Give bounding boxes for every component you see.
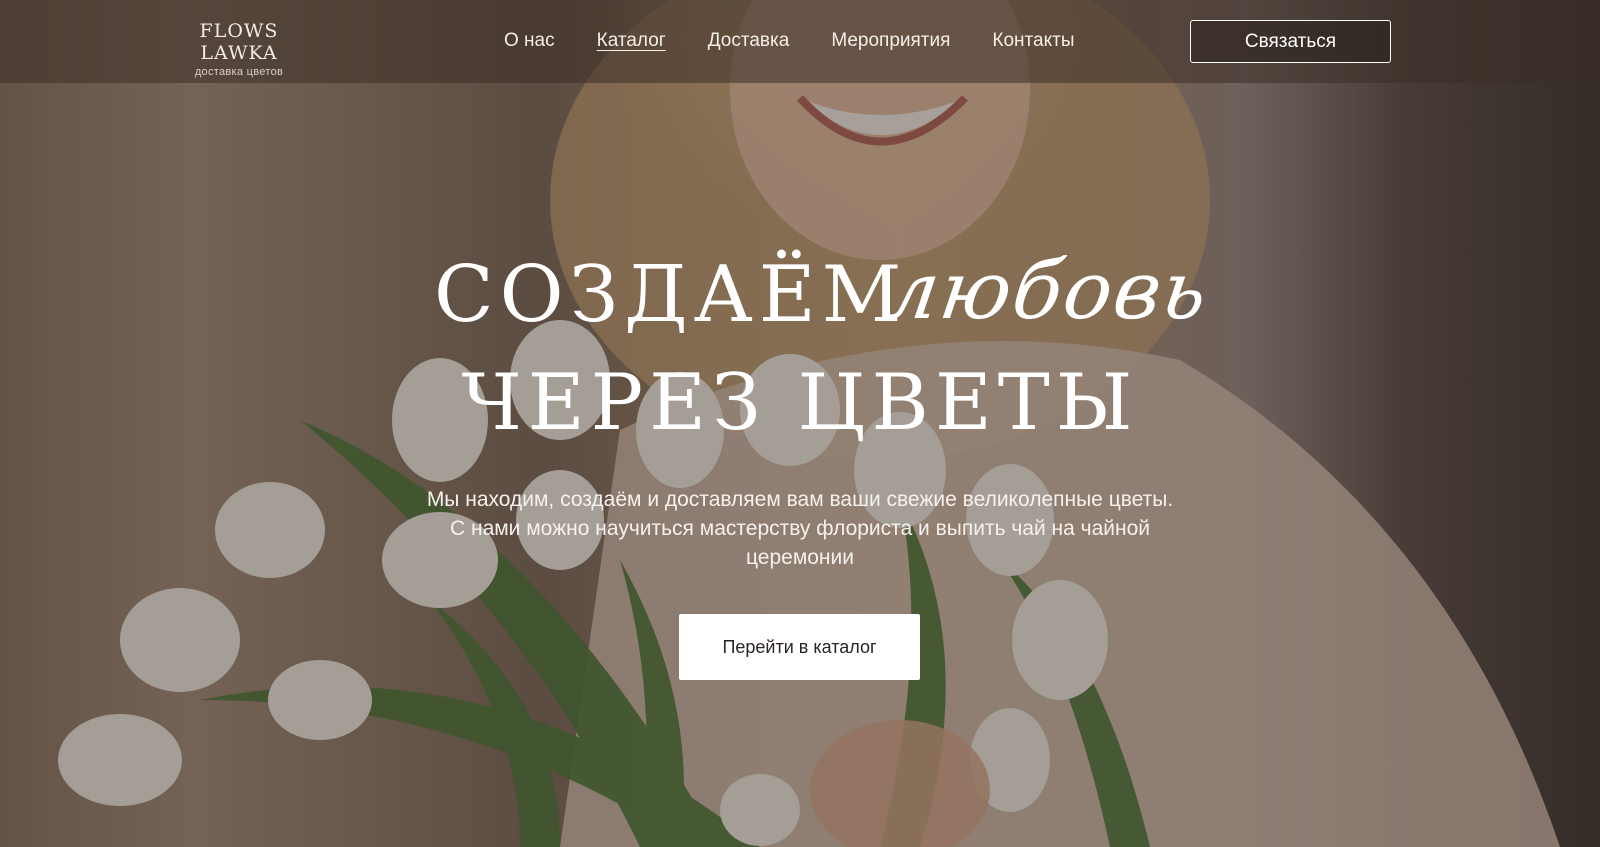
logo[interactable]: FLOWS LAWKA доставка цветов	[164, 20, 314, 78]
hero-title-line2: ЧЕРЕЗ ЦВЕТЫ	[461, 358, 1139, 448]
nav-item-delivery[interactable]: Доставка	[708, 30, 790, 52]
contact-button[interactable]: Связаться	[1190, 20, 1391, 63]
logo-tagline: доставка цветов	[194, 66, 284, 78]
hero-section: FLOWS LAWKA доставка цветов О нас Катало…	[0, 0, 1600, 847]
nav-item-catalog[interactable]: Каталог	[597, 30, 666, 52]
hero-title-script-word: любовь	[881, 244, 1216, 337]
site-header: FLOWS LAWKA доставка цветов О нас Катало…	[0, 0, 1600, 83]
hero-title-line1: СОЗДАЁМ любовь	[0, 240, 1600, 360]
hero-subtitle: Мы находим, создаём и доставляем вам ваш…	[426, 488, 1174, 569]
nav-item-contacts[interactable]: Контакты	[992, 30, 1074, 52]
hero-title-word: СОЗДАЁМ	[434, 250, 908, 340]
main-nav: О нас Каталог Доставка Мероприятия Конта…	[504, 30, 1075, 52]
logo-name: FLOWS LAWKA	[199, 20, 279, 64]
go-to-catalog-button[interactable]: Перейти в каталог	[679, 614, 920, 680]
hero-title: СОЗДАЁМ любовь ЧЕРЕЗ ЦВЕТЫ	[0, 240, 1600, 448]
nav-item-events[interactable]: Мероприятия	[831, 30, 950, 52]
nav-item-about[interactable]: О нас	[504, 30, 555, 52]
